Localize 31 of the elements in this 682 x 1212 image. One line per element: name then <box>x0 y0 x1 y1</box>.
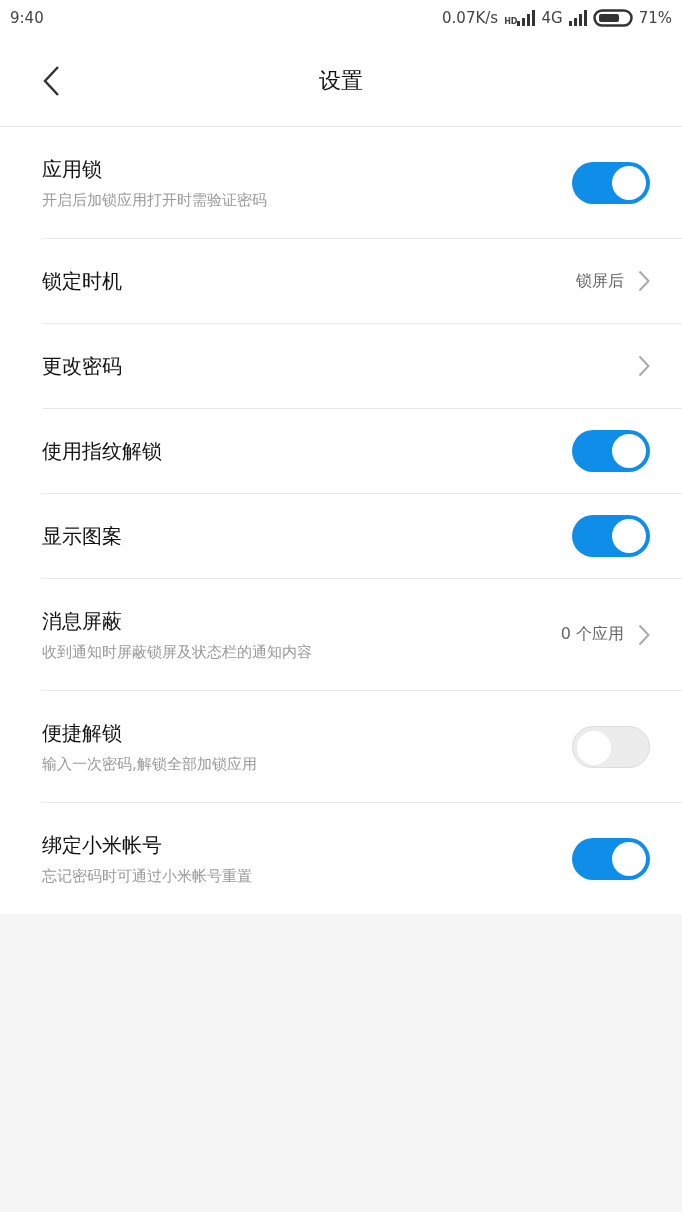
chevron-right-icon <box>638 355 650 377</box>
page-title: 设置 <box>319 68 363 93</box>
toggle-switch[interactable] <box>572 837 650 880</box>
setting-title: 便捷解锁 <box>42 719 123 747</box>
battery-percent: 71% <box>638 9 672 27</box>
toggle-switch[interactable] <box>572 725 650 768</box>
signal-icon <box>568 10 587 26</box>
setting-title: 显示图案 <box>42 522 123 550</box>
setting-title: 锁定时机 <box>42 267 123 295</box>
battery-icon <box>592 8 633 28</box>
chevron-right-icon <box>638 270 650 292</box>
setting-title: 绑定小米帐号 <box>42 831 163 859</box>
clock: 9:40 <box>10 9 44 27</box>
setting-title: 更改密码 <box>42 352 123 380</box>
setting-description: 收到通知时屏蔽锁屏及状态栏的通知内容 <box>42 642 313 662</box>
setting-description: 开启后加锁应用打开时需验证密码 <box>42 190 268 210</box>
signal-icon <box>517 10 536 26</box>
setting-title: 消息屏蔽 <box>42 607 123 635</box>
setting-value: 锁屏后 <box>576 270 624 292</box>
network-type: 4G <box>541 9 563 27</box>
network-speed: 0.07K/s <box>442 9 499 27</box>
toggle-switch[interactable] <box>572 515 650 557</box>
toggle-switch[interactable] <box>572 161 650 204</box>
toggle-switch[interactable] <box>572 430 650 472</box>
hd-label: HD <box>504 17 518 26</box>
setting-title: 使用指纹解锁 <box>42 437 163 465</box>
setting-title: 应用锁 <box>42 155 103 183</box>
chevron-right-icon <box>638 623 650 646</box>
setting-description: 忘记密码时可通过小米帐号重置 <box>42 866 253 886</box>
setting-description: 输入一次密码,解锁全部加锁应用 <box>42 754 258 774</box>
setting-value: 0 个应用 <box>560 624 624 645</box>
